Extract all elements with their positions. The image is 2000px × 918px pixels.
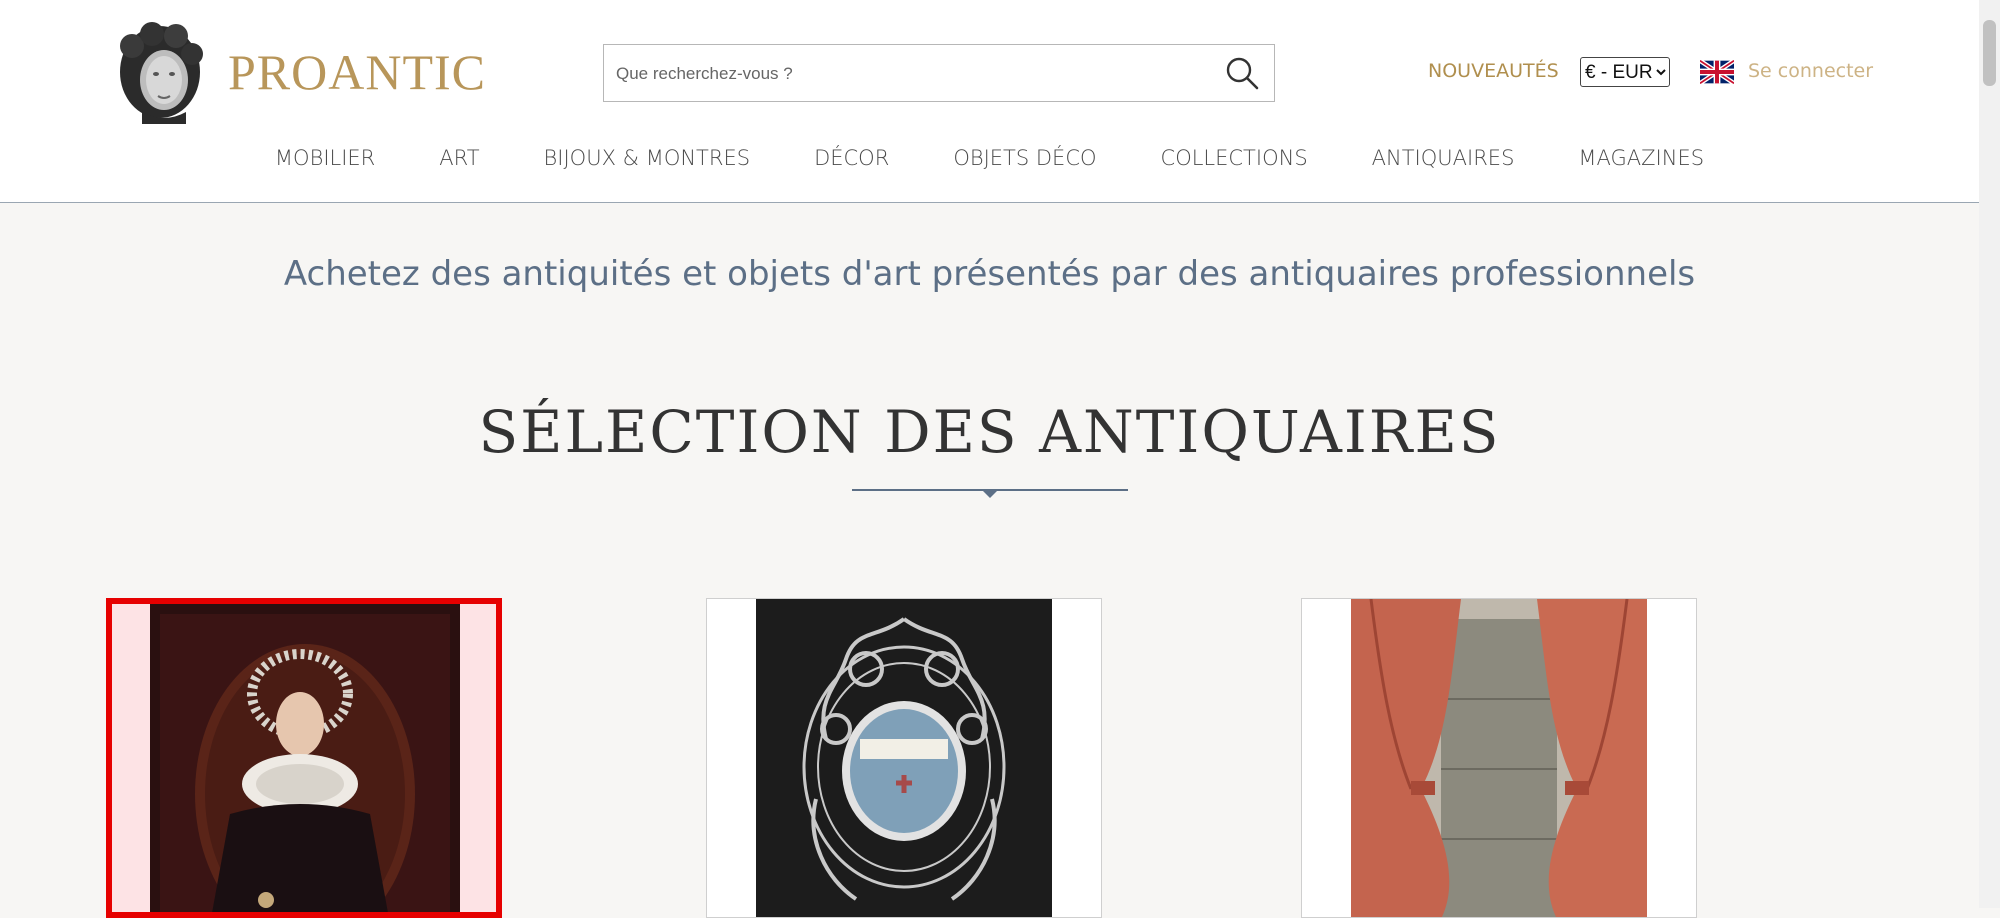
nav-item-antiquaires[interactable]: ANTIQUAIRES: [1372, 146, 1515, 170]
search-bar: [603, 44, 1275, 103]
currency-select[interactable]: € - EUR: [1580, 57, 1670, 87]
logo-text: PROANTIC: [228, 44, 487, 100]
section-divider: [852, 489, 1128, 498]
reliquary-image: [756, 599, 1052, 917]
portrait-painting-image: [150, 604, 460, 912]
nav-item-decor[interactable]: DÉCOR: [814, 146, 889, 170]
search-input[interactable]: [614, 45, 1198, 103]
tagline: Achetez des antiquités et objets d'art p…: [283, 254, 1696, 294]
nav-item-collections[interactable]: COLLECTIONS: [1161, 146, 1308, 170]
scrollbar-thumb[interactable]: [1983, 20, 1996, 86]
login-link[interactable]: Se connecter: [1748, 60, 1873, 82]
nav-item-art[interactable]: ART: [439, 146, 479, 170]
product-card-curtains[interactable]: [1301, 598, 1697, 918]
uk-flag-icon[interactable]: [1700, 60, 1734, 84]
section-title: SÉLECTION DES ANTIQUAIRES: [478, 398, 1501, 466]
nav-item-mobilier[interactable]: MOBILIER: [275, 146, 375, 170]
page-scrollbar[interactable]: [1979, 0, 2000, 908]
curtains-image: [1351, 599, 1647, 917]
new-arrivals-link[interactable]: NOUVEAUTÉS: [1428, 60, 1559, 82]
product-card-reliquary[interactable]: [706, 598, 1102, 918]
product-card-portrait[interactable]: [106, 598, 502, 918]
nav-item-magazines[interactable]: MAGAZINES: [1578, 146, 1704, 170]
logo[interactable]: PROANTIC: [112, 20, 486, 124]
search-icon[interactable]: [1224, 55, 1260, 91]
main-nav: MOBILIER ART BIJOUX & MONTRES DÉCOR OBJE…: [0, 146, 1979, 170]
site-header: PROANTIC NOUVEAUTÉS € - EUR Se connecter…: [0, 0, 1979, 203]
nav-item-bijoux-montres[interactable]: BIJOUX & MONTRES: [544, 146, 751, 170]
nav-item-objets-deco[interactable]: OBJETS DÉCO: [953, 146, 1096, 170]
bust-logo-icon: [120, 22, 203, 124]
